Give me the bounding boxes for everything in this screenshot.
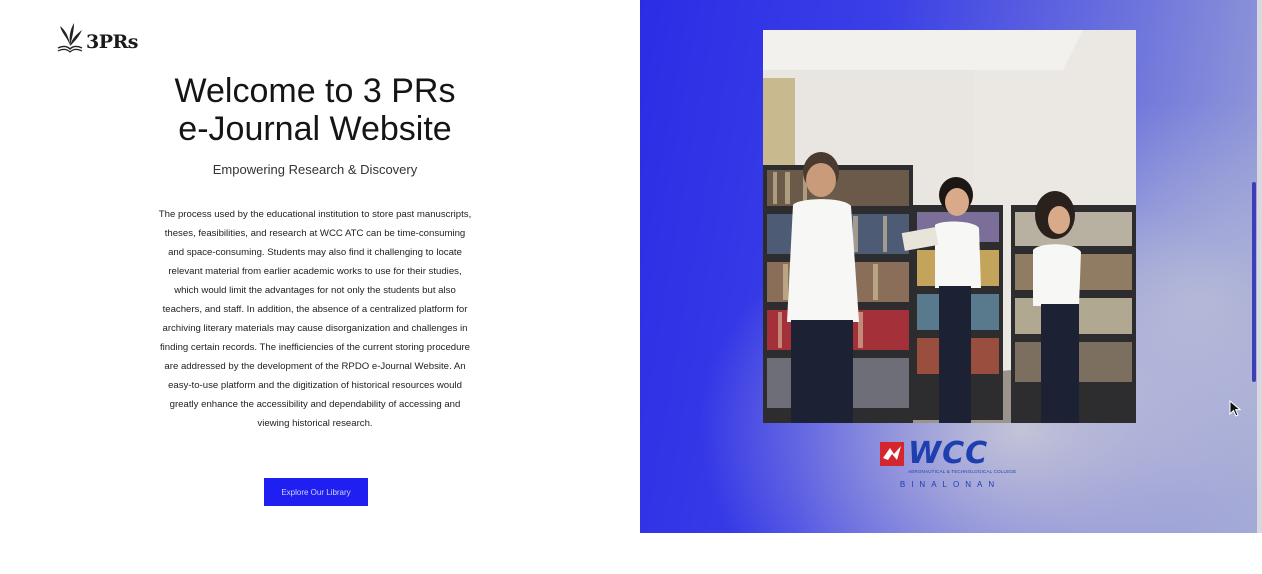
wcc-emblem-icon — [880, 442, 904, 466]
mouse-pointer-icon — [1229, 400, 1241, 417]
wcc-logo: WCC AERONAUTICAL & TECHNOLOGICAL COLLEGE… — [880, 438, 1020, 494]
wcc-name: WCC — [908, 436, 989, 471]
hero-text-block: Welcome to 3 PRs e-Journal Website Empow… — [140, 72, 490, 433]
wcc-campus: BINALONAN — [899, 480, 1001, 489]
explore-library-button[interactable]: Explore Our Library — [264, 478, 368, 506]
site-logo[interactable]: 3PRs — [56, 22, 139, 54]
hero-title: Welcome to 3 PRs e-Journal Website — [174, 72, 456, 148]
open-book-leaves-icon — [57, 23, 83, 53]
hero-description: The process used by the educational inst… — [158, 209, 472, 429]
scrollbar-track[interactable] — [1257, 0, 1262, 533]
hero-subtitle: Empowering Research & Discovery — [212, 162, 418, 177]
wcc-tagline: AERONAUTICAL & TECHNOLOGICAL COLLEGE — [908, 469, 1017, 474]
library-students-photo — [763, 30, 1136, 423]
scrollbar-thumb[interactable] — [1252, 182, 1256, 382]
logo-text: 3PRs — [86, 31, 139, 53]
